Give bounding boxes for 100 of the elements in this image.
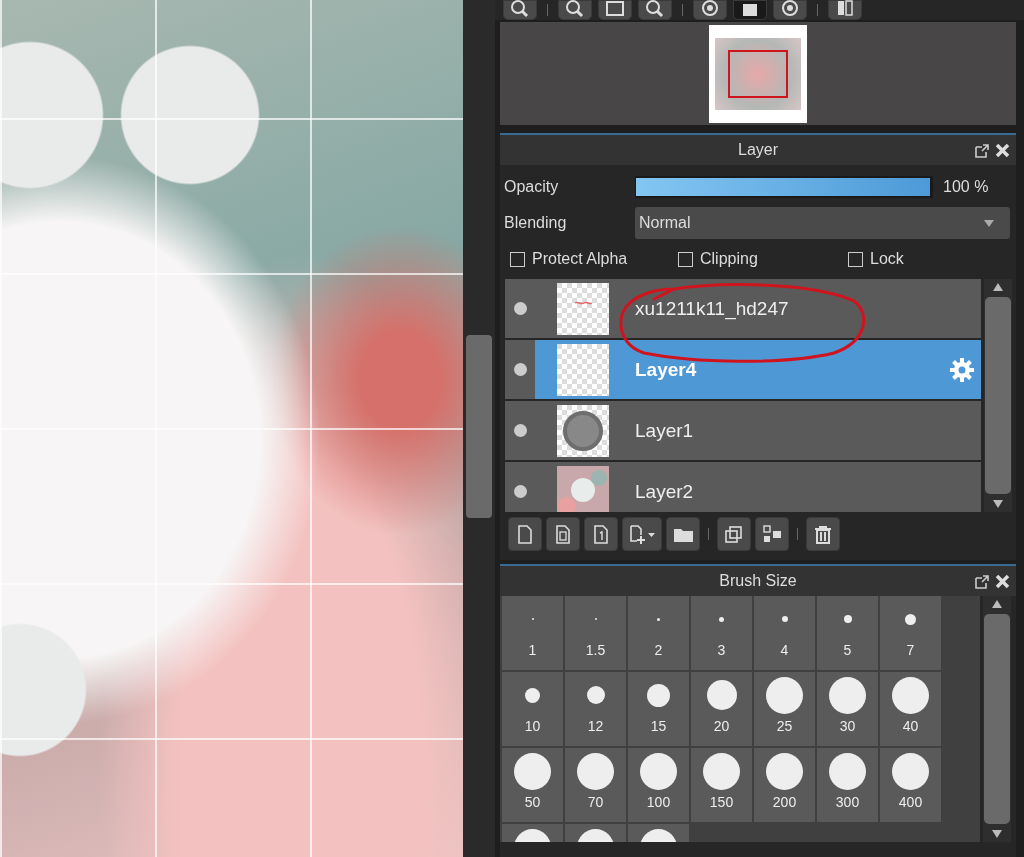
new-folder-button[interactable] [666,517,700,551]
brush-size-cell[interactable]: 3 [691,596,752,670]
brush-size-cell[interactable]: 20 [691,672,752,746]
brush-dot-icon [640,752,677,790]
brush-size-cell[interactable]: 15 [628,672,689,746]
brush-size-cell[interactable]: 7 [880,596,941,670]
brush-size-cell[interactable]: 40 [880,672,941,746]
layer-name: Layer1 [635,419,695,442]
brush-dot-icon [647,683,670,707]
panel-scrollbar[interactable] [983,596,1011,842]
split-view-button[interactable] [828,0,862,20]
zoom-out-icon [644,0,666,19]
panel-title: Layer [738,141,778,159]
brush-size-label: 150 [709,794,734,810]
merge-layer-button[interactable] [755,517,789,551]
new-8bit-layer-button[interactable] [546,517,580,551]
brush-dot-icon [892,752,929,790]
duplicate-layer-icon [723,523,745,545]
new-1bit-layer-button[interactable] [584,517,618,551]
popout-icon[interactable] [974,143,990,159]
checkbox[interactable] [510,251,525,267]
brush-size-cell[interactable]: 50 [502,748,563,822]
layer-thumbnail [557,282,609,335]
brush-size-label: 10 [524,718,541,734]
blending-dropdown[interactable]: Normal [635,207,1010,239]
brush-dot-icon [719,616,724,622]
brush-size-label: 30 [839,718,856,734]
brush-dot-icon [703,752,740,790]
brush-dot-icon [829,676,866,714]
brush-size-label: 25 [776,718,793,734]
brush-size-cell[interactable]: 5 [817,596,878,670]
zoom-in-button[interactable] [558,0,592,20]
brush-dot-icon [781,616,788,622]
brush-size-cell[interactable]: 1.5 [565,596,626,670]
add-layer-icon [628,523,656,545]
fit-view-button[interactable] [598,0,632,20]
zoom-out-button[interactable] [638,0,672,20]
scroll-down-icon[interactable] [993,500,1003,508]
layer-name: Layer2 [635,480,695,503]
brush-size-cell[interactable]: 200 [754,748,815,822]
blending-value: Normal [639,214,691,232]
scroll-down-icon[interactable] [992,830,1002,838]
checkbox[interactable] [848,251,863,267]
brush-size-cell[interactable]: 300 [817,748,878,822]
brush-size-cell[interactable]: 150 [691,748,752,822]
brush-size-label: 1.5 [585,642,606,658]
brush-size-cell[interactable]: 2 [628,596,689,670]
layer-row[interactable]: Layer1 [505,401,981,460]
checkbox[interactable] [678,251,693,267]
panel-scrollbar[interactable] [984,279,1012,512]
layer-name: Layer4 [635,358,698,381]
brush-dot-icon [766,676,803,714]
brush-dot-icon [525,687,540,703]
brush-dot-icon [843,615,852,623]
viewport-frame[interactable] [728,49,788,98]
layer-row[interactable]: xu1211k11_hd247 [505,279,981,338]
brush-dot-icon [905,613,916,625]
brush-size-cell[interactable]: 30 [817,672,878,746]
brush-size-cell[interactable]: 10 [502,672,563,746]
brush-dot-icon [514,752,551,790]
brush-size-cell[interactable]: 70 [565,748,626,822]
scroll-up-icon[interactable] [993,283,1003,291]
brush-size-cell[interactable]: 12 [565,672,626,746]
brush-size-label: 300 [835,794,860,810]
brush-dot-icon [577,752,614,790]
layer-row[interactable]: Layer4 [505,340,981,399]
zoom-icon [509,0,531,19]
layer-thumbnail [557,465,609,512]
brush-size-cell[interactable]: 25 [754,672,815,746]
brush-size-label: 15 [650,718,667,734]
new-layer-button[interactable] [508,517,542,551]
duplicate-layer-button[interactable] [717,517,751,551]
brush-size-cell[interactable]: 4 [754,596,815,670]
brush-dot-icon [892,676,929,714]
delete-layer-button[interactable] [806,517,840,551]
add-layer-button[interactable] [622,517,662,551]
brush-size-cell[interactable]: 100 [628,748,689,822]
close-icon[interactable] [995,143,1010,158]
scroll-up-icon[interactable] [992,600,1002,608]
brush-size-label: 1 [528,642,537,658]
layer-row[interactable]: Layer2 [505,462,981,512]
opacity-label: Opacity [504,178,560,196]
brush-size-cell[interactable]: 1 [502,596,563,670]
brush-dot-icon [706,680,737,710]
zoom-button[interactable] [503,0,537,20]
opacity-value: 100 % [943,178,989,196]
panel-title: Brush Size [719,572,797,590]
layer-name: xu1211k11_hd247 [635,297,790,320]
brush-size-label: 70 [587,794,604,810]
canvas-scrollbar[interactable] [463,0,495,857]
canvas-thumbnail[interactable] [709,24,807,123]
brush-size-cell[interactable]: 400 [880,748,941,822]
brush-size-label: 3 [717,642,726,658]
checkbox-label: Lock [870,250,904,268]
popout-icon[interactable] [974,574,990,590]
gear-icon[interactable] [949,356,975,383]
brush-size-label: 2 [654,642,663,658]
checkbox-label: Clipping [700,250,758,268]
brush-size-label: 4 [780,642,789,658]
close-icon[interactable] [995,574,1010,589]
